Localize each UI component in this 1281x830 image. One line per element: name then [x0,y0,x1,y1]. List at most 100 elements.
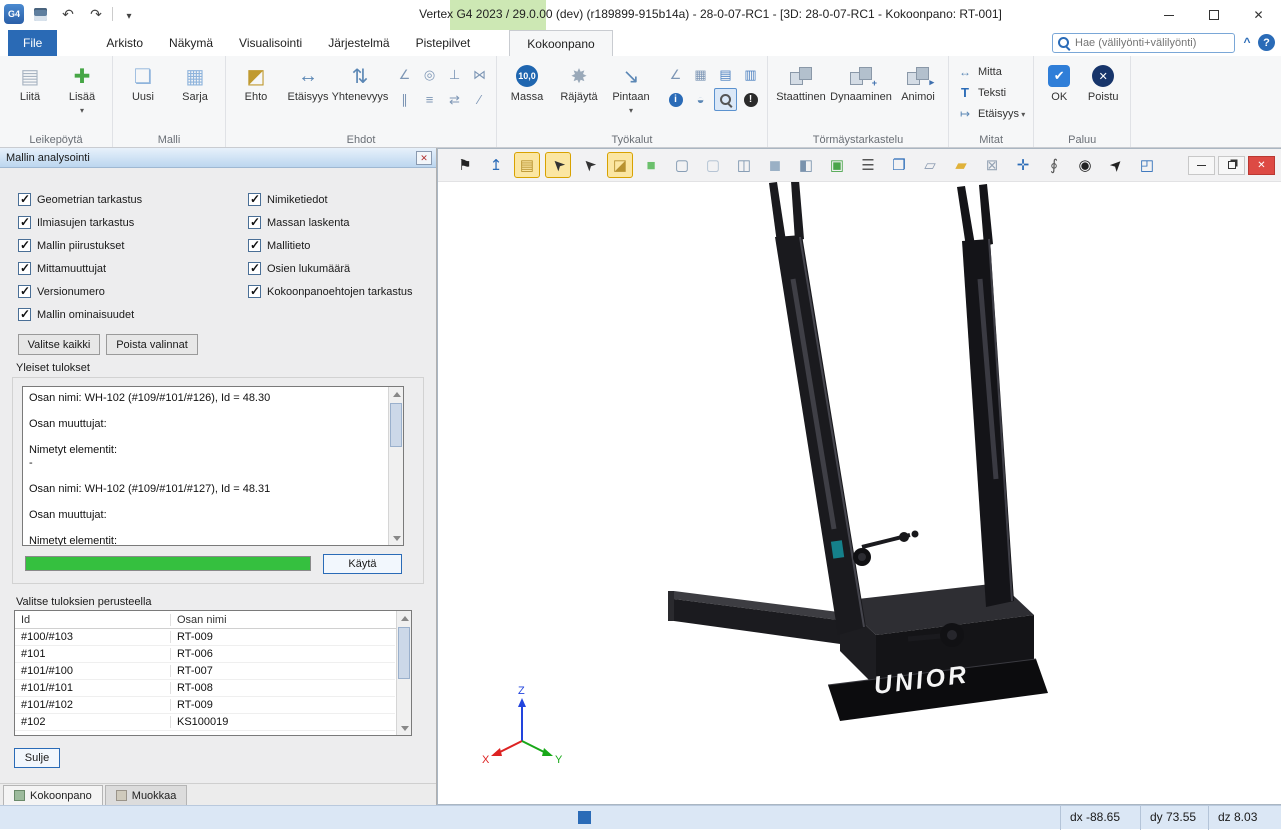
tab-visualisointi[interactable]: Visualisointi [226,30,315,56]
table-row[interactable]: #101RT-006 [15,646,395,663]
ruler-icon[interactable]: ▤ [514,152,540,178]
analysis-checkbox-item[interactable]: Mallitieto [248,234,413,257]
close-button[interactable]: ✕ [1236,0,1281,30]
search-input[interactable] [1075,37,1225,49]
table-row[interactable]: #100/#103RT-009 [15,629,395,646]
scroll-up-icon[interactable] [397,611,412,626]
viewport-minimize-button[interactable] [1188,156,1215,175]
orient-view-icon[interactable]: ↥ [483,152,509,178]
checkbox-checked[interactable] [18,193,31,206]
paste-button[interactable]: Liitä [5,59,55,123]
analysis-checkbox-item[interactable]: Geometrian tarkastus [18,188,142,211]
measure-button[interactable]: ↔ Mitta [954,61,1028,82]
feature-list-icon[interactable]: ☰ [855,152,881,178]
workplane-select-icon[interactable]: ◪ [607,152,633,178]
search-box[interactable] [1052,33,1235,53]
clear-selection-button[interactable]: Poista valinnat [106,334,198,355]
tab-pistepilvet[interactable]: Pistepilvet [403,30,484,56]
table-row[interactable]: #101/#101RT-008 [15,680,395,697]
save-small-icon[interactable]: ◒ [689,88,712,111]
static-collision-button[interactable]: Staattinen [773,59,829,123]
pick-filter-icon[interactable]: ➤ [1103,152,1129,178]
visibility-icon[interactable]: ◉ [1072,152,1098,178]
animate-collision-button[interactable]: ▸ Animoi [893,59,943,123]
copy-view-icon[interactable]: ❐ [886,152,912,178]
window-select-icon[interactable]: ◰ [1134,152,1160,178]
column-header-name[interactable]: Osan nimi [171,614,411,626]
add-button[interactable]: Lisää [57,59,107,123]
viewport-close-button[interactable] [1248,156,1275,175]
dynamic-collision-button[interactable]: + Dynaaminen [831,59,891,123]
wireframe-hidden-icon[interactable]: ▢ [700,152,726,178]
sketch-plane-icon[interactable]: ▰ [948,152,974,178]
column-header-id[interactable]: Id [15,614,171,626]
analysis-checkbox-item[interactable]: Ilmiasujen tarkastus [18,211,142,234]
paperclip-icon[interactable]: ∮ [1041,152,1067,178]
analysis-checkbox-item[interactable]: Mallin piirustukset [18,234,142,257]
checkbox-checked[interactable] [18,262,31,275]
checkbox-checked[interactable] [248,216,261,229]
checkbox-checked[interactable] [248,285,261,298]
checkbox-checked[interactable] [248,262,261,275]
checkbox-checked[interactable] [18,239,31,252]
face-select-icon[interactable]: ■ [638,152,664,178]
sheet-blue-icon[interactable]: ▤ [714,63,737,86]
wireframe-icon[interactable]: ▢ [669,152,695,178]
select-all-button[interactable]: Valitse kaikki [18,334,100,355]
distance-constraint-button[interactable]: Etäisyys [283,59,333,123]
to-surface-button[interactable]: Pintaan [606,59,656,123]
tab-arkisto[interactable]: Arkisto [93,30,156,56]
series-button[interactable]: Sarja [170,59,220,123]
qat-customize-button[interactable] [117,2,141,26]
perpendicular-constraint-icon[interactable]: ⊥ [443,63,466,86]
table-scrollbar[interactable] [396,611,411,735]
shaded-icon[interactable]: ◼ [762,152,788,178]
coordinate-axes-icon[interactable]: ✛ [1010,152,1036,178]
table-row[interactable]: #101/#102RT-009 [15,697,395,714]
select-icon[interactable]: ➤ [576,152,602,178]
table-row[interactable]: #101/#100RT-007 [15,663,395,680]
analysis-checkbox-item[interactable]: Osien lukumäärä [248,257,413,280]
delete-plane-icon[interactable]: ⊠ [979,152,1005,178]
tab-nakyma[interactable]: Näkymä [156,30,226,56]
scroll-down-icon[interactable] [397,720,412,735]
info-icon[interactable]: i [664,88,687,111]
parts-table-icon[interactable]: ▦ [689,63,712,86]
tab-file[interactable]: File [8,30,57,56]
checkbox-checked[interactable] [248,239,261,252]
apply-button[interactable]: Käytä [323,554,402,574]
coincidence-button[interactable]: Yhtenevyys [335,59,385,123]
parallel-constraint-icon[interactable]: ∥ [393,88,416,111]
checkbox-checked[interactable] [18,285,31,298]
checkbox-checked[interactable] [18,216,31,229]
tangent-constraint-icon[interactable]: ∕ [468,88,491,111]
equal-constraint-icon[interactable]: ≡ [418,88,441,111]
ribbon-collapse-button[interactable] [1240,36,1254,50]
mass-button[interactable]: 10,0 Massa [502,59,552,123]
analysis-checkbox-item[interactable]: Kokoonpanoehtojen tarkastus [248,280,413,303]
app-logo[interactable]: G4 [4,4,24,24]
viewport-3d[interactable]: UNIOR Z X Y ⚑↥▤➤➤◪■▢▢◫◼◧▣☰❐▱▰⊠✛∮◉➤◰ [437,148,1281,805]
scroll-thumb[interactable] [398,627,410,679]
hidden-line-icon[interactable]: ◫ [731,152,757,178]
warning-icon[interactable]: ! [739,88,762,111]
table-row[interactable]: #102KS100019 [15,714,395,731]
tab-kokoonpano[interactable]: Kokoonpano [509,30,612,56]
zoom-icon[interactable] [714,88,737,111]
undo-button[interactable] [56,2,80,26]
scroll-thumb[interactable] [390,403,402,447]
select-body-icon[interactable]: ▣ [824,152,850,178]
panel-close-icon[interactable] [416,151,432,165]
distance-measure-button[interactable]: ↦ Etäisyys [954,103,1028,124]
tab-kokoonpano-bottom[interactable]: Kokoonpano [3,785,103,805]
results-textarea[interactable]: Osan nimi: WH-102 (#109/#101/#126), Id =… [22,386,404,546]
minimize-button[interactable] [1146,0,1191,30]
workplane-icon[interactable]: ▱ [917,152,943,178]
model-canvas[interactable]: UNIOR Z X Y [438,149,1281,806]
symmetry-constraint-icon[interactable]: ⇄ [443,88,466,111]
text-button[interactable]: T Teksti [954,82,1028,103]
viewport-restore-button[interactable] [1218,156,1245,175]
checkbox-checked[interactable] [18,308,31,321]
tab-jarjestelma[interactable]: Järjestelmä [315,30,402,56]
redo-button[interactable] [84,2,108,26]
